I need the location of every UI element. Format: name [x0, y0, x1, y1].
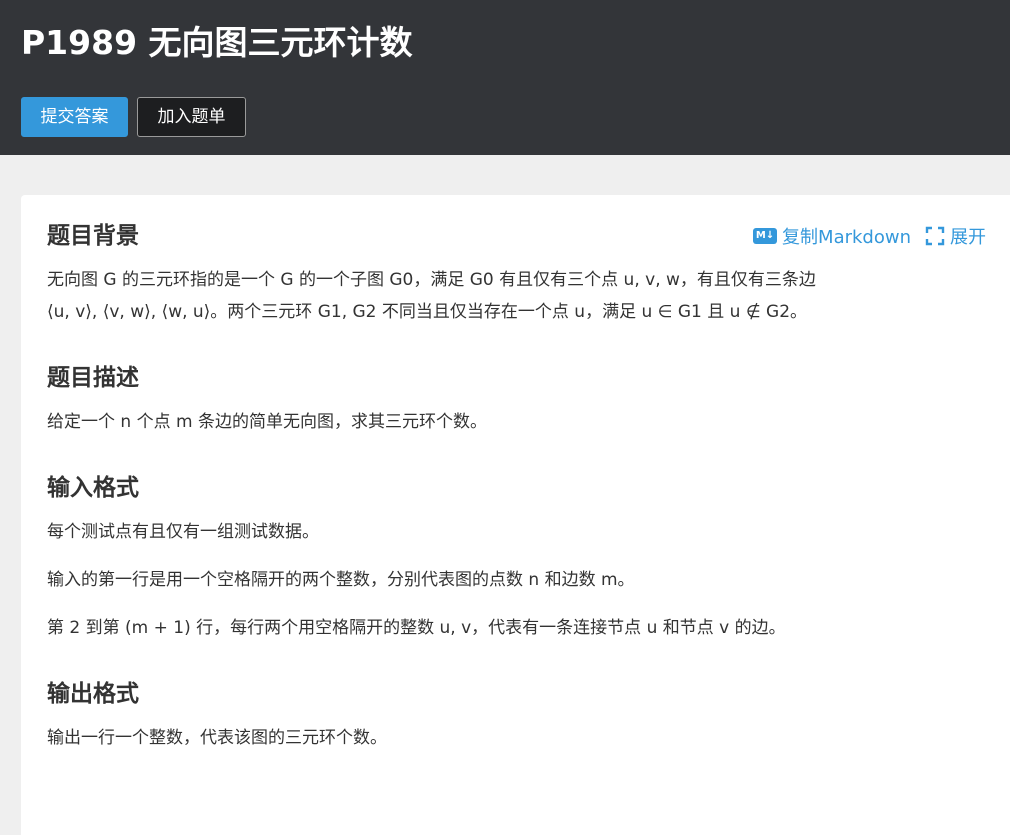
input-section: 输入格式 每个测试点有且仅有一组测试数据。 输入的第一行是用一个空格隔开的两个整…: [47, 469, 986, 643]
input-text-1: 每个测试点有且仅有一组测试数据。: [47, 522, 319, 542]
problem-card: 题目背景 M↓ 复制Markdown 展开 无向图 G 的三元环指的是一个 G …: [21, 195, 1010, 835]
description-text: 给定一个 n 个点 m 条边的简单无向图，求其三元环个数。: [47, 412, 487, 432]
problem-header: P1989 无向图三元环计数 提交答案 加入题单: [0, 0, 1010, 155]
expand-label: 展开: [950, 227, 986, 248]
copy-markdown-link[interactable]: M↓ 复制Markdown: [753, 223, 911, 249]
description-title: 题目描述: [47, 365, 139, 391]
expand-icon: [925, 226, 945, 246]
submit-answer-button[interactable]: 提交答案: [21, 97, 128, 137]
output-title: 输出格式: [47, 681, 139, 707]
action-buttons: 提交答案 加入题单: [21, 97, 989, 137]
add-to-list-button[interactable]: 加入题单: [137, 97, 246, 137]
background-title: 题目背景: [47, 223, 139, 249]
background-line-1: 无向图 G 的三元环指的是一个 G 的一个子图 G0，满足 G0 有且仅有三个点…: [47, 270, 816, 290]
copy-markdown-label: 复制Markdown: [782, 227, 911, 248]
markdown-icon: M↓: [753, 228, 778, 244]
problem-tools: M↓ 复制Markdown 展开: [753, 223, 986, 249]
expand-link[interactable]: 展开: [925, 223, 986, 249]
background-section-head: 题目背景 M↓ 复制Markdown 展开: [47, 217, 986, 255]
input-text-2: 输入的第一行是用一个空格隔开的两个整数，分别代表图的点数 n 和边数 m。: [47, 570, 635, 590]
description-section: 题目描述 给定一个 n 个点 m 条边的简单无向图，求其三元环个数。: [47, 359, 986, 437]
background-line-2: ⟨u, v⟩, ⟨v, w⟩, ⟨w, u⟩。两个三元环 G1, G2 不同当且…: [47, 302, 808, 322]
page-title: P1989 无向图三元环计数: [21, 23, 413, 62]
input-title: 输入格式: [47, 475, 139, 501]
input-text-3: 第 2 到第 (m + 1) 行，每行两个用空格隔开的整数 u, v，代表有一条…: [47, 618, 786, 638]
output-text: 输出一行一个整数，代表该图的三元环个数。: [47, 728, 387, 748]
output-section: 输出格式 输出一行一个整数，代表该图的三元环个数。: [47, 675, 986, 753]
